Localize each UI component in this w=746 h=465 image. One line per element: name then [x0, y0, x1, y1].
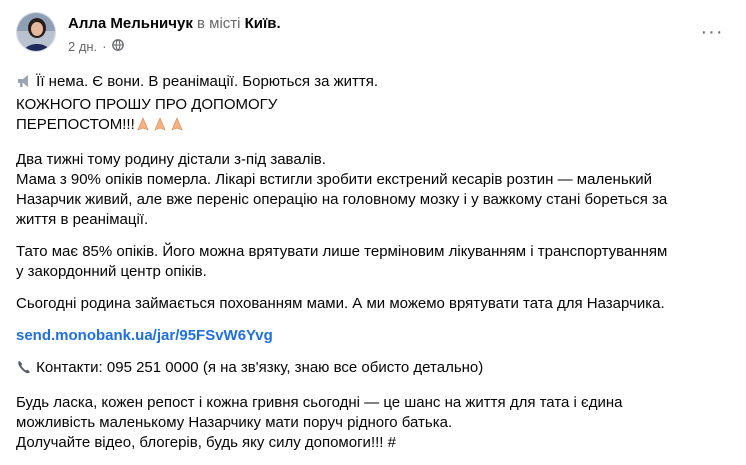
- author-line: Алла Мельничук в місті Київ.: [68, 15, 281, 32]
- more-horizontal-icon: ···: [700, 20, 724, 43]
- text-line: Долучайте відео, блогерів, будь яку силу…: [16, 434, 396, 451]
- text-line: можливість маленькому Назарчику мати пор…: [16, 414, 453, 431]
- text-line: у закордонний центр опіків.: [16, 263, 207, 280]
- text-line: Два тижні тому родину дістали з-під зава…: [16, 151, 326, 168]
- paragraph-2: Два тижні тому родину дістали з-під зава…: [16, 150, 732, 230]
- praying-hands-icon: [135, 116, 186, 138]
- more-options-button[interactable]: ···: [694, 14, 730, 50]
- post-meta: 2 дн. ·: [68, 39, 124, 54]
- post-header: Алла Мельничук в місті Київ. 2 дн. · ···: [16, 12, 730, 60]
- facebook-post: Алла Мельничук в місті Київ. 2 дн. · ···: [0, 0, 746, 463]
- meta-separator: ·: [102, 39, 107, 54]
- paragraph-contacts: Контакти: 095 251 0000 (я на зв'язку, зн…: [16, 358, 732, 381]
- paragraph-3: Тато має 85% опіків. Його можна врятуват…: [16, 242, 732, 282]
- location-prefix: в місті: [197, 15, 241, 32]
- post-time[interactable]: 2 дн.: [68, 39, 97, 54]
- text-line: Мама з 90% опіків померла. Лікарі встигл…: [16, 171, 652, 188]
- text-line: Будь ласка, кожен репост і кожна гривня …: [16, 394, 623, 411]
- text-line: Її нема. Є вони. В реанімації. Борються …: [36, 73, 379, 90]
- megaphone-icon: [16, 73, 32, 95]
- text-line: ПЕРЕПОСТОМ!!!: [16, 116, 135, 133]
- donation-link[interactable]: send.monobank.ua/jar/95FSvW6Yvg: [16, 327, 273, 344]
- avatar[interactable]: [16, 12, 56, 52]
- contacts-text: Контакти: 095 251 0000 (я на зв'язку, зн…: [36, 359, 484, 376]
- paragraph-1: Її нема. Є вони. В реанімації. Борються …: [16, 72, 732, 138]
- paragraph-6: Будь ласка, кожен репост і кожна гривня …: [16, 393, 732, 453]
- text-line: Тато має 85% опіків. Його можна врятуват…: [16, 243, 668, 260]
- post-body: Її нема. Є вони. В реанімації. Борються …: [16, 72, 732, 465]
- text-line: Сьогодні родина займається похованням ма…: [16, 295, 665, 312]
- telephone-icon: [16, 359, 32, 381]
- paragraph-link: send.monobank.ua/jar/95FSvW6Yvg: [16, 326, 732, 346]
- text-line: життя в реанімації.: [16, 211, 149, 228]
- text-line: Назарчик живий, але вже переніс операцію…: [16, 191, 668, 208]
- globe-icon[interactable]: [111, 39, 124, 54]
- city-link[interactable]: Київ.: [245, 15, 281, 32]
- paragraph-4: Сьогодні родина займається похованням ма…: [16, 294, 732, 314]
- text-line: КОЖНОГО ПРОШУ ПРО ДОПОМОГУ: [16, 96, 278, 113]
- author-name[interactable]: Алла Мельничук: [68, 15, 193, 32]
